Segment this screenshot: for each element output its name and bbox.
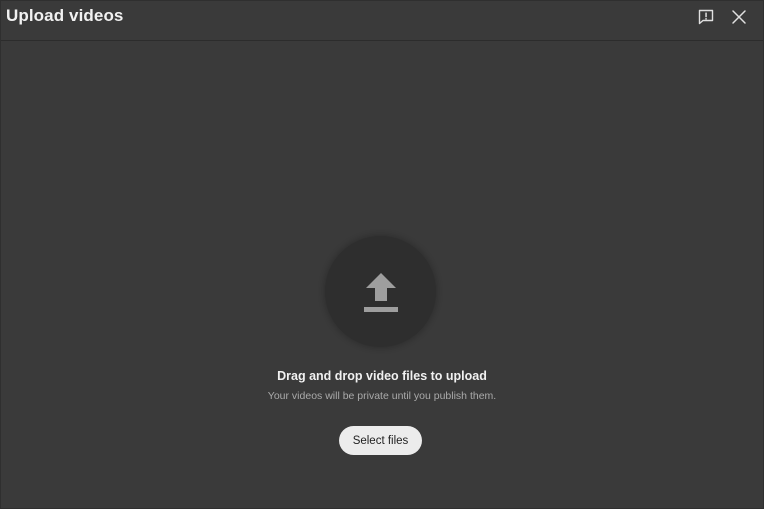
drop-headline: Drag and drop video files to upload [277,369,487,383]
upload-drop-target[interactable] [325,236,436,347]
dialog-header: Upload videos [1,1,763,41]
upload-dialog: Upload videos Drag and drop video files … [0,0,764,509]
feedback-button[interactable] [694,5,718,29]
select-files-button[interactable]: Select files [339,426,422,455]
feedback-icon [698,9,714,25]
close-button[interactable] [727,5,751,29]
close-icon [732,10,746,24]
privacy-note: Your videos will be private until you pu… [267,390,497,402]
dialog-title: Upload videos [6,6,124,25]
upload-icon [363,272,398,312]
